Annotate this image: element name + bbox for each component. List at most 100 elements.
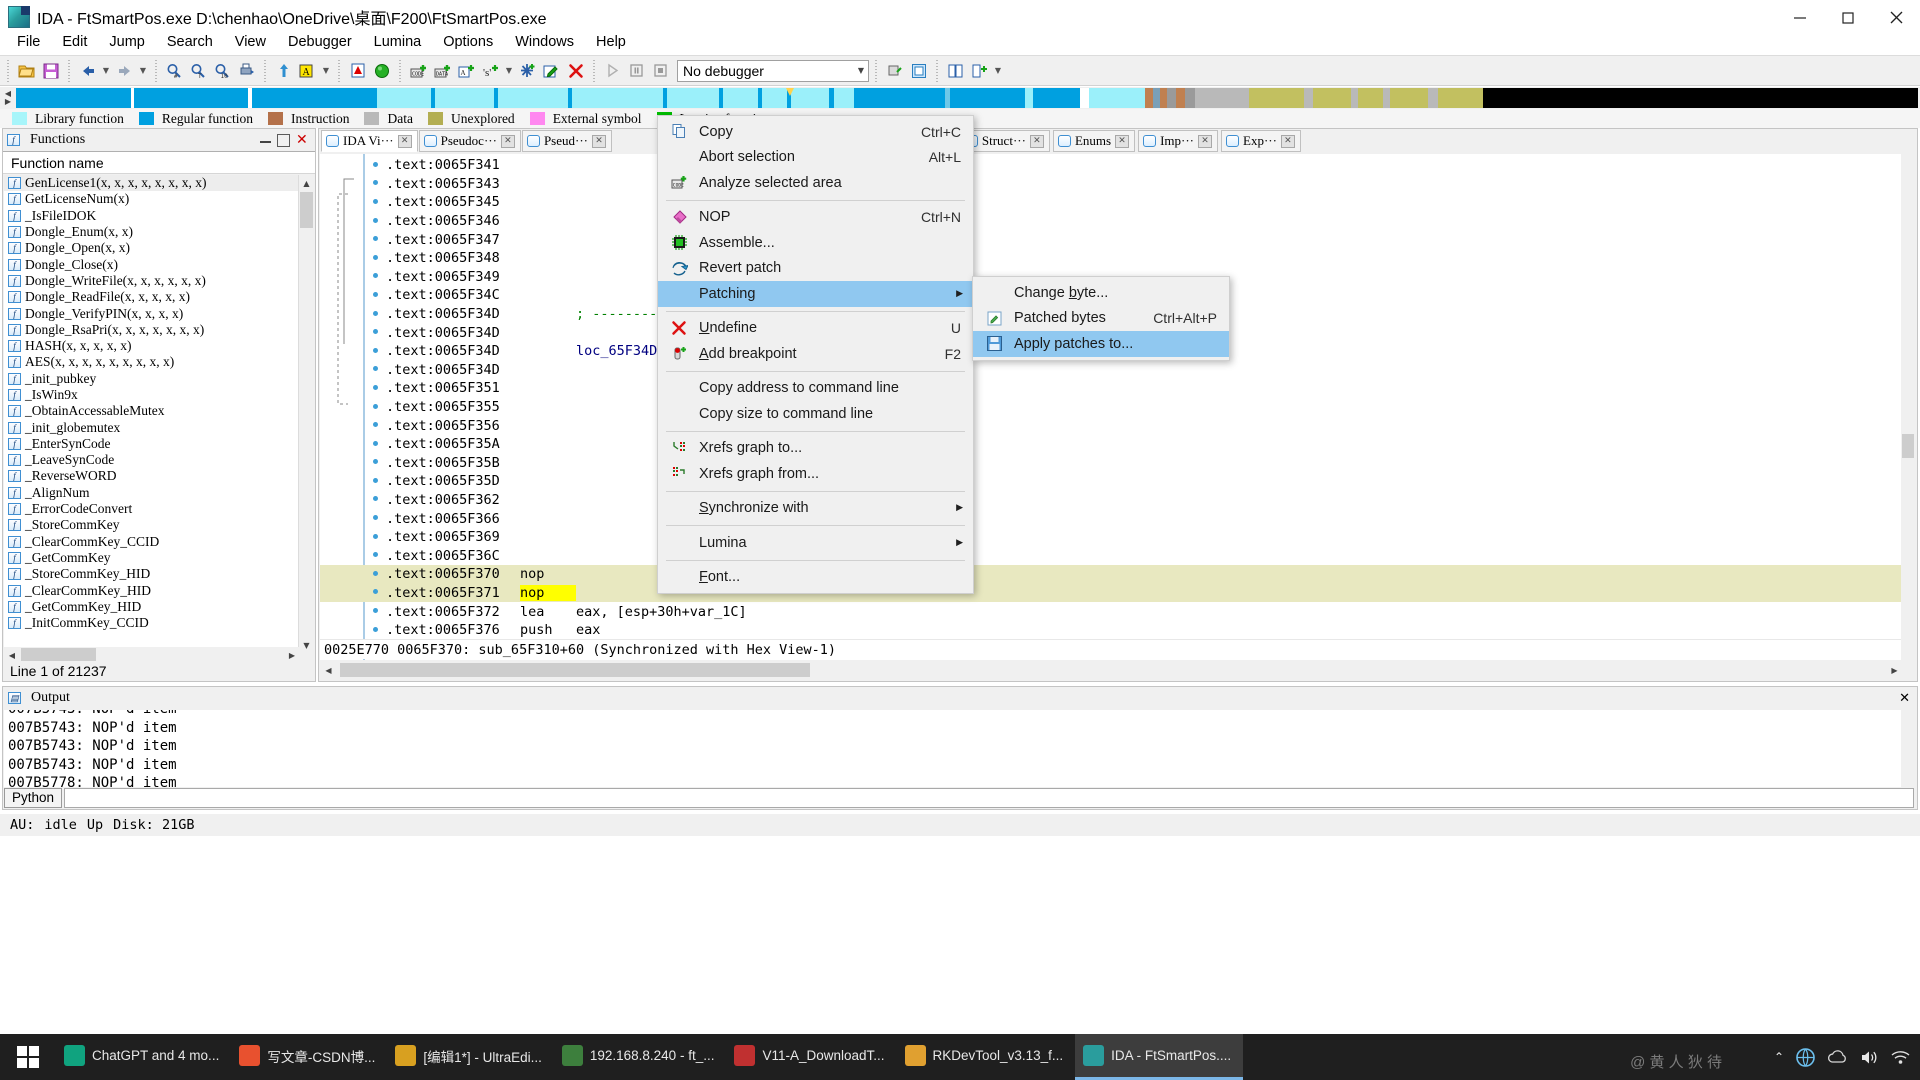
list-item[interactable]: f _IsFileIDOK: [4, 208, 300, 224]
output-panel-close[interactable]: ✕: [1899, 690, 1910, 706]
disassembly-vertical-scrollbar[interactable]: [1901, 154, 1916, 660]
functions-horizontal-scrollbar[interactable]: ◀ ▶: [4, 647, 300, 663]
windows-list-icon[interactable]: [944, 59, 967, 82]
navigator-strip[interactable]: [16, 88, 1918, 108]
menu-item-copy-address-to-command-line[interactable]: Copy address to command line: [658, 376, 973, 402]
make-struct-icon[interactable]: [516, 59, 539, 82]
list-item[interactable]: f _init_pubkey: [4, 371, 300, 387]
scroll-right-icon[interactable]: ▶: [284, 647, 300, 663]
code-line[interactable]: .text:0065F362: [320, 491, 1903, 510]
pause-icon[interactable]: [625, 59, 648, 82]
code-line[interactable]: .text:0065F366: [320, 509, 1903, 528]
disassembly-horizontal-scrollbar[interactable]: ◀ ▶: [320, 662, 1903, 680]
submenu-item-change-byte[interactable]: Change byte...: [973, 280, 1229, 306]
tab-6[interactable]: Imp··· ✕: [1138, 130, 1218, 152]
menu-debugger[interactable]: Debugger: [277, 31, 363, 53]
red-flag-icon[interactable]: [346, 59, 369, 82]
code-line[interactable]: .text:0065F376 push eax: [320, 621, 1903, 640]
menu-item-undefine[interactable]: Undefine U: [658, 316, 973, 342]
taskbar-item-6[interactable]: IDA - FtSmartPos....: [1075, 1034, 1244, 1080]
toolbar-grip-7[interactable]: [591, 59, 597, 82]
taskbar-item-4[interactable]: V11-A_DownloadT...: [726, 1034, 896, 1080]
list-item[interactable]: f _GetCommKey_HID: [4, 599, 300, 615]
menu-lumina[interactable]: Lumina: [363, 31, 433, 53]
functions-list[interactable]: f GenLicense1(x, x, x, x, x, x, x, x) f Get…: [4, 175, 300, 653]
code-line[interactable]: .text:0065F35D: [320, 472, 1903, 491]
stop-icon[interactable]: [649, 59, 672, 82]
menu-item-xrefs-graph-from[interactable]: Xrefs graph from...: [658, 461, 973, 487]
code-line[interactable]: .text:0065F35A: [320, 435, 1903, 454]
menu-help[interactable]: Help: [585, 31, 637, 53]
tab-1[interactable]: Pseudoc··· ✕: [418, 130, 521, 152]
list-item[interactable]: f _StoreCommKey: [4, 517, 300, 533]
menu-item-revert-patch[interactable]: Revert patch: [658, 256, 973, 282]
list-item[interactable]: f _ClearCommKey_CCID: [4, 534, 300, 550]
tab-close-icon[interactable]: ✕: [500, 134, 515, 148]
patching-submenu[interactable]: Change byte... Patched bytes Ctrl+Alt+P App…: [972, 276, 1230, 361]
output-log[interactable]: 007B5743: NOP'd item 007B5743: NOP'd item…: [4, 710, 1902, 788]
list-item[interactable]: f _LeaveSynCode: [4, 452, 300, 468]
menu-jump[interactable]: Jump: [98, 31, 155, 53]
make-string-icon[interactable]: 's': [479, 59, 502, 82]
forward-arrow-icon[interactable]: [113, 59, 136, 82]
list-item[interactable]: f Dongle_WriteFile(x, x, x, x, x, x): [4, 273, 300, 289]
list-item[interactable]: f AES(x, x, x, x, x, x, x, x, x): [4, 354, 300, 370]
disassembly-code-area[interactable]: .text:0065F341 .text:0065F343 .text:0065F3…: [320, 154, 1903, 660]
add-window-icon[interactable]: [968, 59, 991, 82]
scroll-down-icon[interactable]: ▼: [299, 637, 314, 653]
list-item[interactable]: f _ObtainAccessableMutex: [4, 403, 300, 419]
delete-icon[interactable]: [564, 59, 587, 82]
scrollbar-thumb[interactable]: [300, 192, 313, 228]
back-dropdown-icon[interactable]: ▼: [100, 59, 112, 82]
code-line[interactable]: .text:0065F34D: [320, 361, 1903, 380]
make-array-icon[interactable]: A: [455, 59, 478, 82]
volume-icon[interactable]: [1860, 1049, 1879, 1066]
list-item[interactable]: f _InitCommKey_CCID: [4, 615, 300, 631]
context-menu[interactable]: Copy Ctrl+C Abort selection Alt+L CODE Analyz…: [657, 115, 974, 594]
taskbar-item-5[interactable]: RKDevTool_v3.13_f...: [897, 1034, 1076, 1080]
list-item[interactable]: f _ReverseWORD: [4, 468, 300, 484]
menu-view[interactable]: View: [224, 31, 277, 53]
taskbar-item-1[interactable]: 写文章-CSDN博...: [231, 1034, 387, 1080]
python-command-input[interactable]: [64, 787, 1914, 808]
code-line[interactable]: .text:0065F341: [320, 156, 1903, 175]
tab-close-icon[interactable]: ✕: [397, 134, 412, 148]
menu-search[interactable]: Search: [156, 31, 224, 53]
functions-panel-maximize[interactable]: [277, 133, 290, 147]
disasm-scroll-left-icon[interactable]: ◀: [320, 662, 337, 679]
windows-dropdown-icon[interactable]: ▼: [992, 59, 1004, 82]
list-item[interactable]: f _EnterSynCode: [4, 436, 300, 452]
submenu-item-patched-bytes[interactable]: Patched bytes Ctrl+Alt+P: [973, 306, 1229, 332]
list-item[interactable]: f _GetCommKey: [4, 550, 300, 566]
list-item[interactable]: f _AlignNum: [4, 485, 300, 501]
list-item[interactable]: f Dongle_Enum(x, x): [4, 224, 300, 240]
menu-item-lumina[interactable]: Lumina ▶: [658, 530, 973, 556]
start-button[interactable]: [0, 1034, 56, 1080]
menu-options[interactable]: Options: [432, 31, 504, 53]
output-scrollbar[interactable]: [1901, 710, 1916, 788]
save-icon[interactable]: [39, 59, 62, 82]
list-item[interactable]: f Dongle_VerifyPIN(x, x, x, x): [4, 305, 300, 321]
back-arrow-icon[interactable]: [76, 59, 99, 82]
menu-item-abort-selection[interactable]: Abort selection Alt+L: [658, 145, 973, 171]
code-line[interactable]: .text:0065F348: [320, 249, 1903, 268]
list-item[interactable]: f HASH(x, x, x, x, x): [4, 338, 300, 354]
python-toggle-button[interactable]: Python: [4, 787, 62, 808]
attach-process-icon[interactable]: [883, 59, 906, 82]
code-line[interactable]: .text:0065F369: [320, 528, 1903, 547]
list-item[interactable]: f _init_globemutex: [4, 419, 300, 435]
hscrollbar-thumb[interactable]: [21, 648, 96, 661]
tab-close-icon[interactable]: ✕: [1280, 134, 1295, 148]
navigator-arrows[interactable]: ◀ ▶: [0, 87, 16, 109]
green-circle-icon[interactable]: [370, 59, 393, 82]
toggle-ascii-icon[interactable]: A: [296, 59, 319, 82]
functions-panel-close[interactable]: ✕: [296, 133, 309, 147]
list-item[interactable]: f _IsWin9x: [4, 387, 300, 403]
toolbar-grip-9[interactable]: [934, 59, 940, 82]
code-line[interactable]: .text:0065F371 nop: [320, 583, 1903, 603]
menu-item-patching[interactable]: Patching ▶: [658, 281, 973, 307]
list-item[interactable]: f Dongle_RsaPri(x, x, x, x, x, x, x): [4, 322, 300, 338]
scroll-left-icon[interactable]: ◀: [4, 647, 20, 663]
taskbar-item-2[interactable]: [编辑1*] - UltraEdi...: [387, 1034, 554, 1080]
make-code-icon[interactable]: CODE: [407, 59, 430, 82]
